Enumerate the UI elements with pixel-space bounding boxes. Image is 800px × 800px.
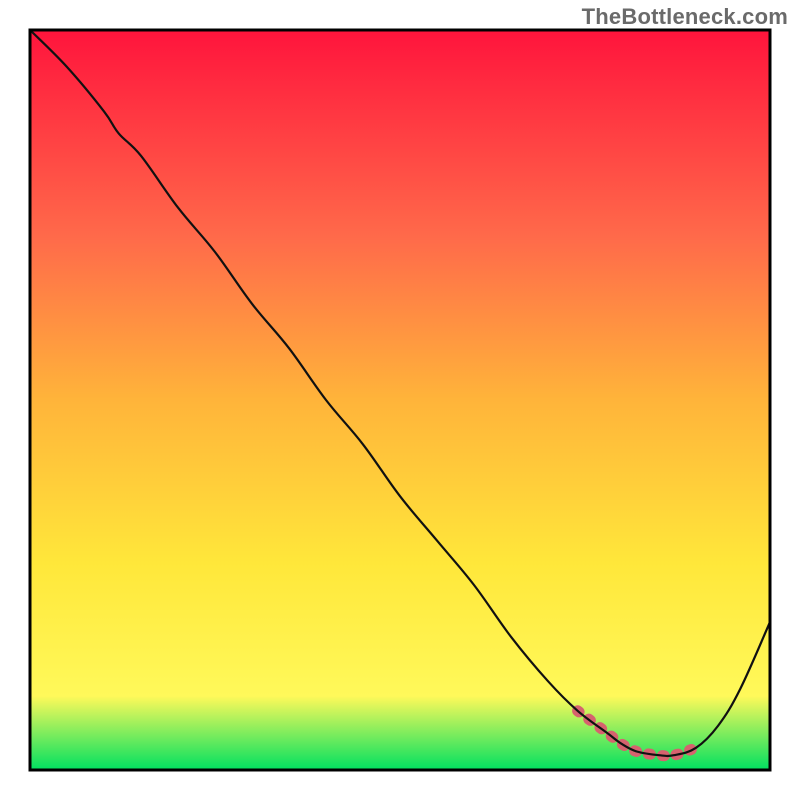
watermark-text: TheBottleneck.com: [582, 4, 788, 30]
plot-background: [30, 30, 770, 770]
chart-stage: TheBottleneck.com: [0, 0, 800, 800]
bottleneck-chart: [0, 0, 800, 800]
